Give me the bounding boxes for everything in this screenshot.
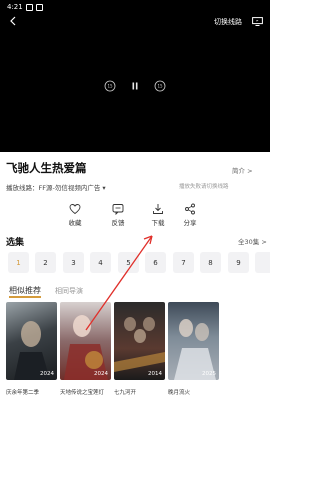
poster-year: 2024 [94,371,108,377]
active-tab-indicator [9,296,41,298]
recommendation-title[interactable]: 庆余年第二季 [6,388,39,396]
episode-button[interactable]: 1 [8,252,29,273]
tab-same-director[interactable]: 相同导演 [55,286,83,296]
poster-year: 2025 [202,371,216,377]
status-icon [35,3,43,11]
switch-line-button[interactable]: 切换线路 [214,17,242,27]
share-icon [185,203,195,215]
intro-link[interactable]: 简介 > [232,165,253,175]
episode-button[interactable]: 4 [90,252,111,273]
share-label: 分享 [183,219,197,227]
status-bar: 4:21 [7,3,43,11]
recommendation-poster[interactable]: 2014 [114,302,165,380]
recommendation-title[interactable]: 七九河开 [114,388,136,396]
poster-art [14,321,50,380]
rewind-icon[interactable]: 15 [104,80,116,92]
svg-text:15: 15 [157,84,163,89]
back-arrow-icon[interactable] [8,16,18,26]
favorite-label: 收藏 [68,219,82,227]
pause-icon[interactable] [129,80,141,92]
poster-art [114,317,165,372]
share-button[interactable]: 分享 [177,203,203,227]
episode-button[interactable]: 3 [63,252,84,273]
feedback-icon [112,204,124,215]
episode-button[interactable]: 2 [35,252,56,273]
recommendation-poster[interactable]: 2025 [168,302,219,380]
recommendation-title[interactable]: 晚月流火 [168,388,190,396]
show-title: 飞驰人生热爱篇 [6,161,87,175]
tab-similar[interactable]: 相似推荐 [9,285,41,296]
download-button[interactable]: 下载 [145,203,171,227]
download-icon [153,204,163,214]
play-source-selector[interactable]: 播放线路：FF源-勿信视频内广告 ▾ [6,182,106,192]
episode-button[interactable]: 8 [200,252,221,273]
favorite-button[interactable]: 收藏 [62,203,88,227]
episode-button[interactable]: 5 [118,252,139,273]
poster-art [174,319,216,380]
poster-art [64,315,108,380]
recommendation-poster[interactable]: 2024 [60,302,111,380]
episode-button-partial[interactable] [255,252,270,273]
feedback-button[interactable]: 反馈 [105,203,131,227]
status-icon [25,3,33,11]
fast-forward-icon[interactable]: 15 [154,80,166,92]
cast-screen-icon[interactable] [252,17,263,26]
switch-line-hint: 播放失败请切换线路 [179,184,229,190]
recommendation-title[interactable]: 天地传说之宝莲灯 [60,388,104,396]
episode-button[interactable]: 7 [173,252,194,273]
recommendation-poster[interactable]: 2024 [6,302,57,380]
episode-button[interactable]: 6 [145,252,166,273]
svg-text:15: 15 [107,84,113,89]
download-label: 下载 [151,219,165,227]
poster-year: 2014 [148,371,162,377]
heart-icon [69,204,81,215]
status-time: 4:21 [7,3,23,11]
video-player[interactable]: 4:21 切换线路 15 15 [0,0,270,152]
episode-button[interactable]: 9 [228,252,249,273]
feedback-label: 反馈 [111,219,125,227]
episodes-section-title: 选集 [6,238,25,248]
poster-year: 2024 [40,371,54,377]
all-episodes-link[interactable]: 全30集 > [238,236,267,246]
